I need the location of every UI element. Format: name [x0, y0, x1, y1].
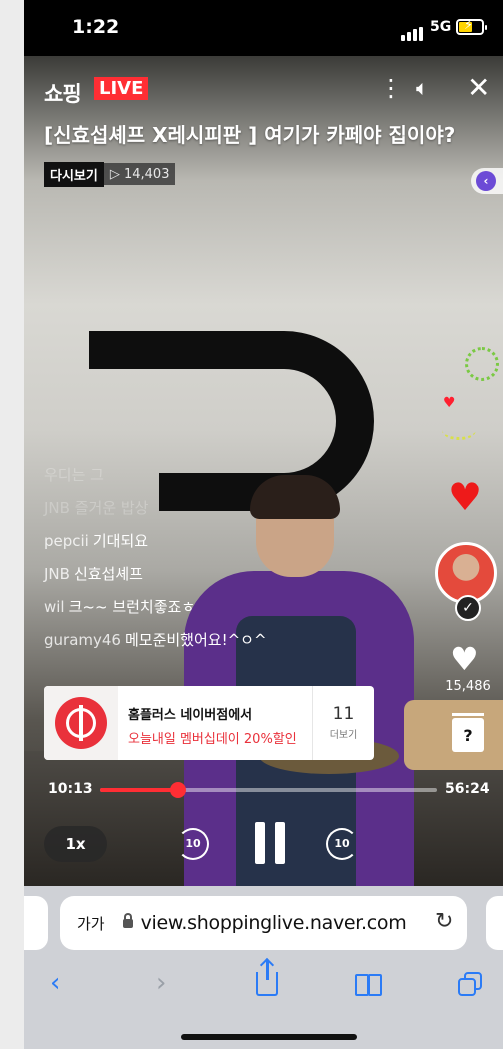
next-tab-preview[interactable]	[486, 896, 503, 950]
back-icon[interactable]: ‹	[50, 968, 60, 998]
current-time: 10:13	[48, 781, 93, 797]
shopping-logo: 쇼핑	[44, 82, 82, 106]
home-indicator	[181, 1034, 357, 1040]
status-bar: 1:22 5G ⚡	[24, 0, 503, 56]
product-info: 홈플러스 네이버점에서 오늘내일 멤버십데이 20%할인	[118, 686, 312, 760]
chat-message: pepcii 기대되요	[44, 532, 149, 550]
chat-message: guramy46 메모준비했어요!^ㅇ^	[44, 631, 267, 649]
browser-toolbar: 가가 view.shoppinglive.naver.com ↻ ‹ ›	[24, 886, 503, 1049]
chat-list: 우디는 그 JNB 즐거운 밥상 pepcii 기대되요 JNB 신효섭셰프 wil…	[44, 466, 267, 657]
like-count: 15,486	[445, 679, 491, 694]
browser-nav: ‹ ›	[24, 960, 503, 1008]
homeplus-logo-icon	[55, 697, 107, 749]
side-panel-toggle[interactable]: ‹	[471, 168, 503, 194]
close-icon[interactable]: ✕	[467, 71, 490, 104]
replay-label: 다시보기	[44, 161, 104, 187]
forward-icon[interactable]: ›	[156, 968, 166, 998]
lock-icon	[122, 912, 133, 928]
battery-icon: ⚡	[456, 18, 487, 35]
product-card[interactable]: 홈플러스 네이버점에서 오늘내일 멤버십데이 20%할인 11 더보기	[44, 686, 374, 760]
previous-tab-preview[interactable]	[24, 896, 48, 950]
broadcast-title: [신효섭셰프 X레시피판 ] 여기가 카페야 집이야?	[44, 123, 456, 147]
text-size-button[interactable]: 가가	[77, 913, 105, 934]
url-text: view.shoppinglive.naver.com	[140, 912, 407, 934]
sparkle-dots-icon	[442, 420, 476, 440]
chat-faded-line: 우디는 그	[44, 466, 104, 484]
product-thumbnail	[44, 686, 118, 760]
chevron-left-icon: ‹	[476, 171, 496, 191]
bookmarks-icon[interactable]	[355, 974, 385, 996]
screen: 1:22 5G ⚡ 쇼핑 LIVE ⋮ 🔈︎ ✕ [신효섭셰프 X레시피판 ] …	[24, 0, 503, 1049]
speaker-muted-icon[interactable]: 🔈︎	[416, 76, 429, 101]
product-promo: 오늘내일 멤버십데이 20%할인	[128, 732, 297, 747]
total-time: 56:24	[445, 781, 490, 797]
replay-badge: 다시보기 ▷ 14,403	[44, 161, 176, 187]
forward-10-icon[interactable]: 10	[326, 828, 358, 860]
chat-message: JNB 신효섭셰프	[44, 565, 143, 583]
product-more-button[interactable]: 11 더보기	[312, 686, 374, 760]
status-time: 1:22	[72, 16, 120, 38]
signal-icon	[401, 22, 425, 41]
heart-reaction-icon: ♥	[448, 475, 483, 519]
tabs-icon[interactable]	[458, 972, 482, 996]
pause-button[interactable]	[255, 822, 285, 864]
like-heart-icon[interactable]: ♥	[450, 643, 479, 675]
quiz-icon[interactable]: ?	[452, 713, 484, 752]
chat-message: JNB 즐거운 밥상	[44, 499, 149, 517]
product-count: 11	[332, 704, 355, 724]
product-more-label: 더보기	[329, 730, 358, 741]
speed-button[interactable]: 1x	[44, 826, 107, 862]
product-name: 홈플러스 네이버점에서	[128, 708, 253, 723]
live-badge: LIVE	[94, 77, 149, 100]
chat-message: wil 크~~ 브런치좋죠ㅎ	[44, 598, 196, 616]
progress-fill	[100, 788, 179, 792]
reload-icon[interactable]: ↻	[435, 909, 453, 934]
view-count: ▷ 14,403	[109, 166, 170, 182]
address-bar[interactable]: 가가 view.shoppinglive.naver.com ↻	[60, 896, 467, 950]
more-vertical-icon[interactable]: ⋮	[379, 74, 403, 102]
sparkle-icon	[465, 347, 499, 381]
rewind-10-icon[interactable]: 10	[177, 828, 209, 860]
progress-slider[interactable]	[100, 782, 437, 798]
network-label: 5G	[430, 19, 452, 35]
follow-check-icon[interactable]: ✓	[455, 595, 481, 621]
floating-heart-icon: ♥	[443, 395, 456, 411]
share-icon[interactable]	[256, 960, 278, 996]
